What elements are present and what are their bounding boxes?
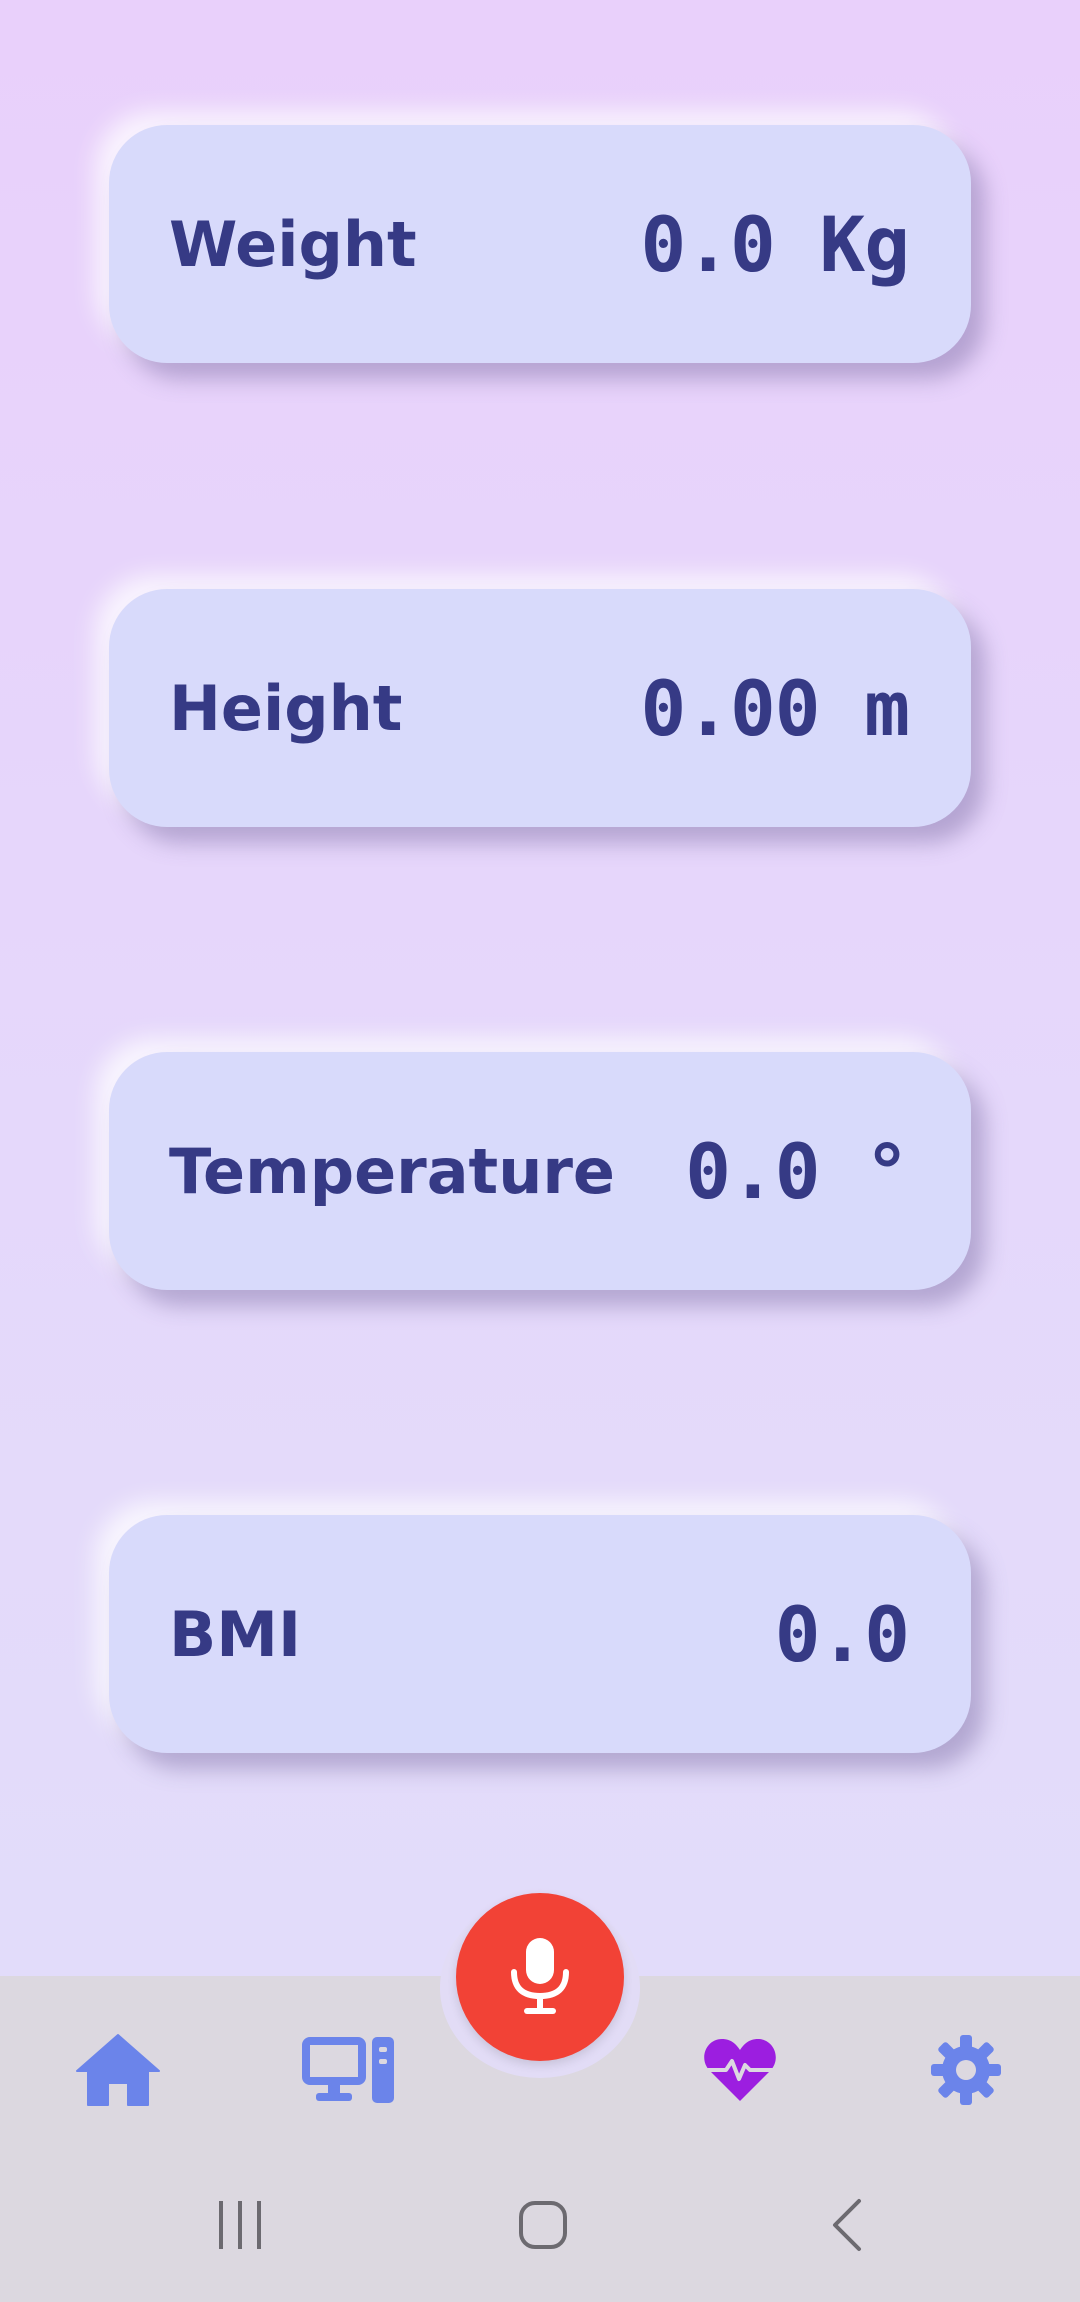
height-value: 0.00 m — [640, 663, 910, 753]
back-button[interactable] — [807, 2190, 887, 2260]
temperature-card: Temperature 0.0 ° — [109, 1052, 971, 1290]
home-circle-icon — [519, 2201, 567, 2249]
microphone-icon — [511, 1938, 569, 2014]
microphone-button[interactable] — [456, 1893, 624, 2061]
weight-label: Weight — [169, 207, 417, 281]
home-icon — [76, 2034, 160, 2106]
weight-card: Weight 0.0 Kg — [109, 125, 971, 363]
bmi-label: BMI — [169, 1597, 302, 1671]
recent-apps-icon — [219, 2201, 261, 2249]
height-label: Height — [169, 671, 403, 745]
system-home-button[interactable] — [503, 2190, 583, 2260]
weight-value: 0.0 Kg — [640, 199, 910, 289]
height-card: Height 0.00 m — [109, 589, 971, 827]
temperature-label: Temperature — [169, 1134, 615, 1208]
nav-home[interactable] — [68, 2028, 168, 2112]
bmi-card: BMI 0.0 — [109, 1515, 971, 1753]
heart-pulse-icon — [704, 2039, 776, 2101]
nav-health[interactable] — [690, 2028, 790, 2112]
bmi-value: 0.0 — [774, 1589, 910, 1679]
desktop-computer-icon — [302, 2037, 394, 2103]
recent-apps-button[interactable] — [200, 2190, 280, 2260]
temperature-value: 0.0 ° — [685, 1126, 910, 1216]
nav-devices[interactable] — [298, 2028, 398, 2112]
nav-settings[interactable] — [916, 2028, 1016, 2112]
back-icon — [833, 2199, 861, 2251]
gear-icon — [931, 2035, 1001, 2105]
